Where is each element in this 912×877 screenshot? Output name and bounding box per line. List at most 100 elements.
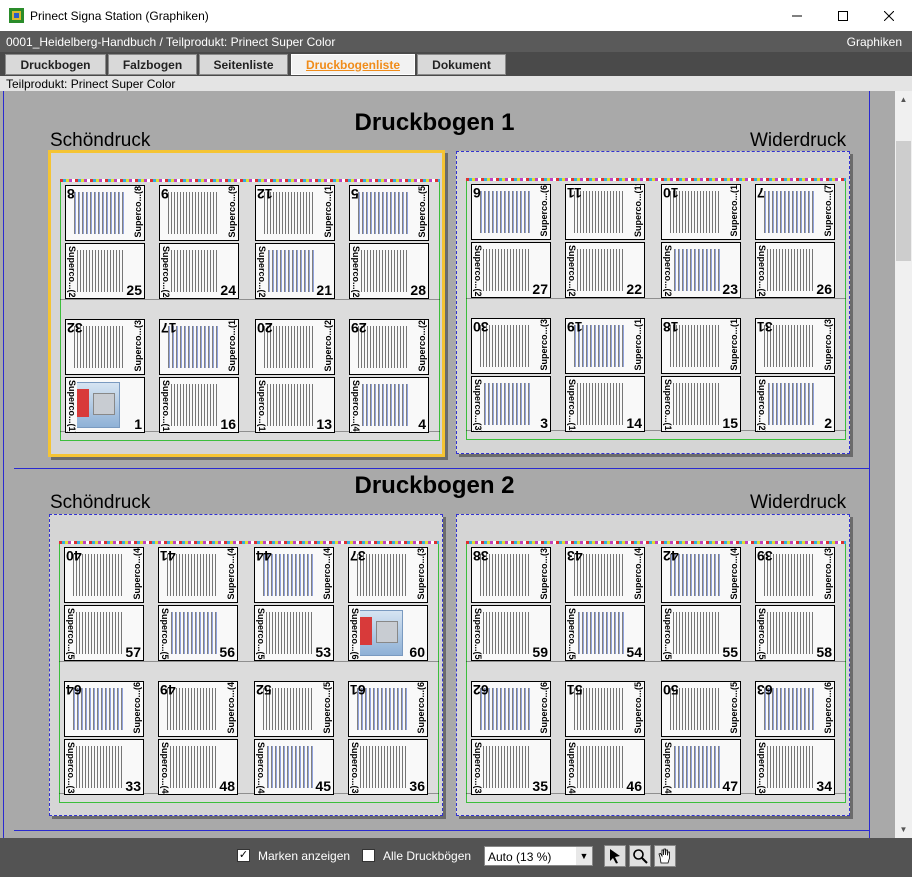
page-label: Superco...(40) (132, 548, 142, 600)
page-thumbnail[interactable]: 26 Superco...(26) (755, 242, 835, 298)
page-thumbnail[interactable]: 41 Superco...(41) (158, 547, 238, 603)
page-thumbnail[interactable]: 17 Superco...(17) (159, 319, 239, 375)
page-thumbnail[interactable]: 49 Superco...(49) (158, 681, 238, 737)
page-thumbnail[interactable]: 25 Superco...(25) (65, 243, 145, 299)
page-number: 44 (256, 548, 272, 564)
zoom-select[interactable]: Auto (13 %) ▼ (484, 846, 593, 866)
page-thumbnail[interactable]: 16 Superco...(16) (159, 377, 239, 433)
page-thumbnail[interactable]: 1 Superco...(1) (65, 377, 145, 433)
zoom-tool-button[interactable] (629, 845, 651, 867)
page-thumbnail[interactable]: 43 Superco...(43) (565, 547, 645, 603)
page-thumbnail[interactable]: 28 Superco...(28) (349, 243, 429, 299)
page-thumbnail[interactable]: 8 Superco...(8) (65, 185, 145, 241)
page-thumbnail[interactable]: 40 Superco...(40) (64, 547, 144, 603)
page-thumbnail[interactable]: 32 Superco...(32) (65, 319, 145, 375)
page-thumbnail[interactable]: 20 Superco...(20) (255, 319, 335, 375)
all-sheets-label: Alle Druckbögen (383, 849, 472, 863)
page-number: 3 (540, 415, 548, 431)
scroll-up-icon[interactable]: ▲ (895, 91, 912, 108)
page-thumbnail[interactable]: 10 Superco...(10) (661, 184, 741, 240)
page-thumbnail[interactable]: 33 Superco...(33) (64, 739, 144, 795)
page-thumbnail[interactable]: 11 Superco...(11) (565, 184, 645, 240)
all-sheets-checkbox[interactable] (362, 849, 375, 862)
show-marks-checkbox[interactable]: ✓ (237, 849, 250, 862)
vertical-scrollbar[interactable]: ▲ ▼ (895, 91, 912, 838)
page-thumbnail[interactable]: 9 Superco...(9) (159, 185, 239, 241)
page-label: Superco...(49) (226, 682, 236, 734)
page-thumbnail[interactable]: 53 Superco...(53) (254, 605, 334, 661)
page-thumbnail[interactable]: 34 Superco...(34) (755, 739, 835, 795)
page-thumbnail[interactable]: 21 Superco...(21) (255, 243, 335, 299)
scroll-down-icon[interactable]: ▼ (895, 821, 912, 838)
sheet-list-canvas[interactable]: Druckbogen 1 Schöndruck Widerdruck 8 Supe… (0, 91, 895, 838)
page-thumbnail[interactable]: 58 Superco...(58) (755, 605, 835, 661)
page-thumbnail[interactable]: 63 Superco...(63) (755, 681, 835, 737)
page-thumbnail[interactable]: 30 Superco...(30) (471, 318, 551, 374)
page-label: Superco...(15) (663, 379, 673, 431)
page-thumbnail[interactable]: 4 Superco...(4) (349, 377, 429, 433)
page-thumbnail[interactable]: 2 Superco...(2) (755, 376, 835, 432)
sheet-back-1[interactable]: 6 Superco...(6) 11 Superco...(11) 10 Superco.… (456, 151, 850, 454)
page-thumbnail[interactable]: 44 Superco...(44) (254, 547, 334, 603)
tab-druckbogen[interactable]: Druckbogen (5, 54, 106, 75)
page-thumbnail[interactable]: 22 Superco...(22) (565, 242, 645, 298)
page-number: 15 (722, 415, 738, 431)
page-thumbnail[interactable]: 46 Superco...(46) (565, 739, 645, 795)
page-thumbnail[interactable]: 60 Superco...(60) (348, 605, 428, 661)
page-thumbnail[interactable]: 5 Superco...(5) (349, 185, 429, 241)
page-number: 12 (257, 186, 273, 202)
page-thumbnail[interactable]: 61 Superco...(61) (348, 681, 428, 737)
tab-dokument[interactable]: Dokument (417, 54, 506, 75)
page-thumbnail[interactable]: 23 Superco...(23) (661, 242, 741, 298)
page-thumbnail[interactable]: 31 Superco...(31) (755, 318, 835, 374)
sheet-front-2[interactable]: 40 Superco...(40) 41 Superco...(41) 44 Superc… (49, 514, 443, 816)
page-thumbnail[interactable]: 48 Superco...(48) (158, 739, 238, 795)
page-thumbnail[interactable]: 52 Superco...(52) (254, 681, 334, 737)
page-thumbnail[interactable]: 24 Superco...(24) (159, 243, 239, 299)
scroll-thumb[interactable] (896, 141, 911, 261)
page-thumbnail[interactable]: 50 Superco...(50) (661, 681, 741, 737)
page-thumbnail[interactable]: 35 Superco...(35) (471, 739, 551, 795)
page-content-preview (574, 249, 624, 291)
page-thumbnail[interactable]: 7 Superco...(7) (755, 184, 835, 240)
page-thumbnail[interactable]: 54 Superco...(54) (565, 605, 645, 661)
pointer-tool-button[interactable] (604, 845, 626, 867)
page-thumbnail[interactable]: 56 Superco...(56) (158, 605, 238, 661)
page-thumbnail[interactable]: 6 Superco...(6) (471, 184, 551, 240)
page-thumbnail[interactable]: 38 Superco...(38) (471, 547, 551, 603)
sheet-back-2[interactable]: 38 Superco...(38) 43 Superco...(43) 42 Superc… (456, 514, 850, 816)
page-thumbnail[interactable]: 13 Superco...(13) (255, 377, 335, 433)
sheet-front-1[interactable]: 8 Superco...(8) 9 Superco...(9) 12 Superco...… (48, 150, 445, 457)
tab-druckbogenliste[interactable]: Druckbogenliste (291, 54, 415, 75)
maximize-button[interactable] (820, 0, 866, 31)
page-thumbnail[interactable]: 51 Superco...(51) (565, 681, 645, 737)
page-label: Superco...(52) (322, 682, 332, 734)
page-thumbnail[interactable]: 39 Superco...(39) (755, 547, 835, 603)
page-thumbnail[interactable]: 19 Superco...(19) (565, 318, 645, 374)
page-number: 24 (220, 282, 236, 298)
page-thumbnail[interactable]: 37 Superco...(37) (348, 547, 428, 603)
page-thumbnail[interactable]: 62 Superco...(62) (471, 681, 551, 737)
page-thumbnail[interactable]: 15 Superco...(15) (661, 376, 741, 432)
page-thumbnail[interactable]: 47 Superco...(47) (661, 739, 741, 795)
show-marks-label: Marken anzeigen (258, 849, 351, 863)
page-thumbnail[interactable]: 3 Superco...(3) (471, 376, 551, 432)
page-thumbnail[interactable]: 14 Superco...(14) (565, 376, 645, 432)
page-thumbnail[interactable]: 59 Superco...(59) (471, 605, 551, 661)
tab-falzbogen[interactable]: Falzbogen (108, 54, 197, 75)
page-thumbnail[interactable]: 45 Superco...(45) (254, 739, 334, 795)
page-thumbnail[interactable]: 36 Superco...(36) (348, 739, 428, 795)
page-thumbnail[interactable]: 42 Superco...(42) (661, 547, 741, 603)
page-thumbnail[interactable]: 64 Superco...(64) (64, 681, 144, 737)
close-button[interactable] (866, 0, 912, 31)
page-label: Superco...(36) (350, 742, 360, 794)
hand-tool-button[interactable] (654, 845, 676, 867)
page-thumbnail[interactable]: 27 Superco...(27) (471, 242, 551, 298)
page-thumbnail[interactable]: 55 Superco...(55) (661, 605, 741, 661)
page-thumbnail[interactable]: 57 Superco...(57) (64, 605, 144, 661)
tab-seitenliste[interactable]: Seitenliste (199, 54, 288, 75)
page-thumbnail[interactable]: 12 Superco...(12) (255, 185, 335, 241)
page-thumbnail[interactable]: 18 Superco...(18) (661, 318, 741, 374)
page-thumbnail[interactable]: 29 Superco...(29) (349, 319, 429, 375)
minimize-button[interactable] (774, 0, 820, 31)
